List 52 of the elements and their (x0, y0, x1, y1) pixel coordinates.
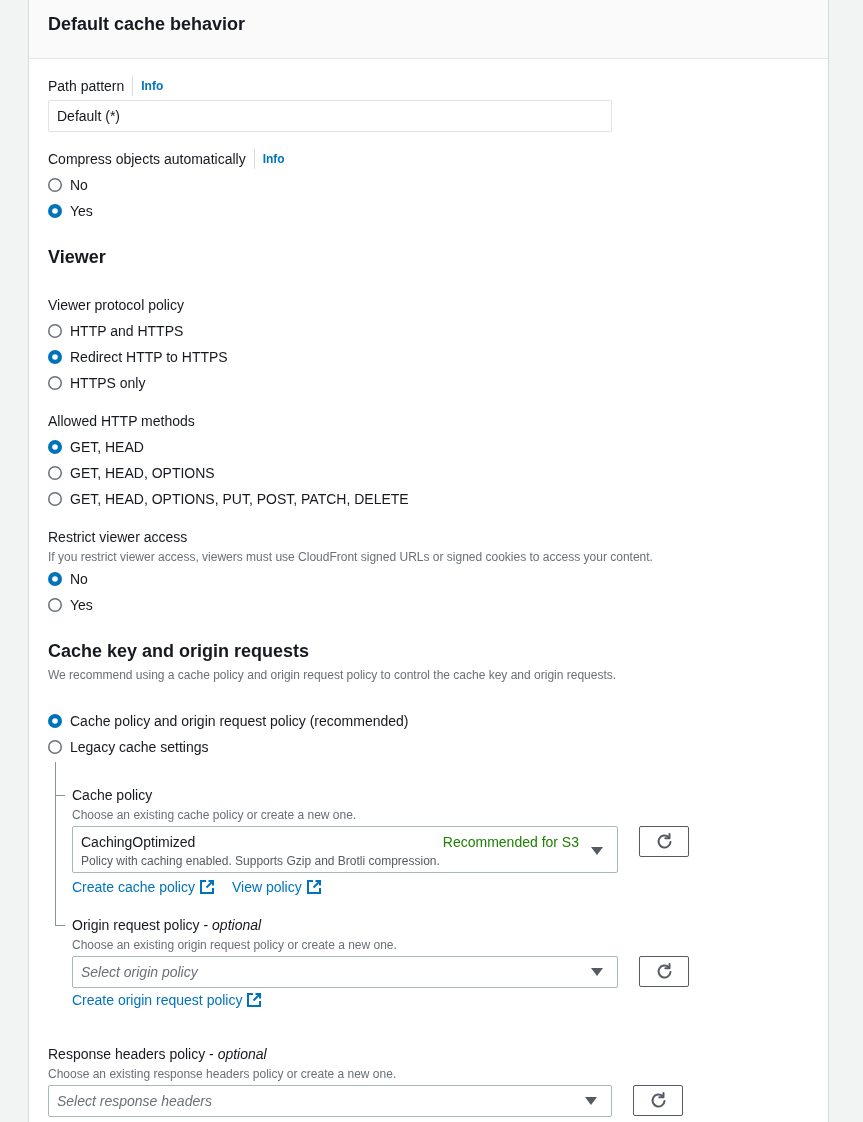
option-description: Policy with caching enabled. Supports Gzip and Brotli compression. (81, 853, 441, 869)
external-link-icon (199, 880, 214, 894)
field-label: Viewer protocol policy (48, 296, 184, 315)
recommendation-tag: Recommended for S3 (442, 832, 579, 852)
select-field[interactable]: Select response headers (48, 1085, 612, 1117)
text-input[interactable]: Default (*) (48, 100, 612, 132)
radio-option[interactable]: HTTPS only (48, 373, 146, 393)
radio-option[interactable]: No (48, 569, 88, 589)
radio-option[interactable]: HTTP and HTTPS (48, 321, 184, 341)
radio-option[interactable]: No (48, 175, 88, 195)
refresh-button[interactable] (639, 826, 689, 857)
external-link[interactable]: Create origin request policy (72, 990, 262, 1010)
refresh-icon (649, 1092, 667, 1109)
radio-option[interactable]: Legacy cache settings (48, 737, 209, 757)
radio-option[interactable]: Cache policy and origin request policy (recommended) (48, 711, 409, 731)
field-description: Choose an existing origin request policy or create a new one. (72, 937, 398, 953)
section-heading: Cache key and origin requests (48, 640, 311, 662)
external-link[interactable]: Create cache policy (72, 877, 214, 897)
field-description: Choose an existing cache policy or create a new one. (72, 807, 358, 823)
radio-option[interactable]: GET, HEAD, OPTIONS (48, 463, 215, 483)
field-label: Origin request policy - optional (72, 916, 262, 935)
info-link[interactable]: Info (141, 76, 164, 96)
caret-down-icon (591, 968, 603, 976)
refresh-button[interactable] (639, 956, 689, 987)
select-field[interactable]: Select origin policy (72, 956, 618, 988)
field-description: If you restrict viewer access, viewers must use CloudFront signed URLs or signed cookies to access your content. (48, 549, 654, 565)
radio-option[interactable]: Yes (48, 595, 93, 615)
field-label: Response headers policy - optional (48, 1045, 267, 1064)
refresh-button[interactable] (633, 1085, 683, 1116)
radio-option[interactable]: Redirect HTTP to HTTPS (48, 347, 228, 367)
info-link[interactable]: Info (262, 149, 285, 169)
policy-select[interactable]: CachingOptimized Recommended for S3 Policy with caching enabled. Supports Gzip and Brotli compression. (72, 826, 618, 873)
selected-option-name: CachingOptimized (81, 833, 196, 852)
panel-title: Default cache behavior (48, 13, 247, 35)
radio-option[interactable]: GET, HEAD, OPTIONS, PUT, POST, PATCH, DELETE (48, 489, 409, 509)
caret-down-icon (585, 1097, 597, 1105)
field-label: Cache policy (72, 786, 153, 805)
radio-option[interactable]: Yes (48, 201, 93, 221)
external-link-icon (306, 880, 321, 894)
section-description: We recommend using a cache policy and origin request policy to control the cache key and origin requests. (48, 667, 618, 683)
radio-option[interactable]: GET, HEAD (48, 437, 144, 457)
refresh-icon (655, 963, 673, 980)
field-label: Path pattern (48, 77, 125, 96)
field-description: Choose an existing response headers policy or create a new one. (48, 1066, 398, 1082)
section-heading: Viewer (48, 246, 107, 268)
field-label: Restrict viewer access (48, 528, 188, 547)
caret-down-icon (591, 846, 603, 855)
external-link[interactable]: View policy (231, 877, 321, 897)
external-link-icon (247, 993, 262, 1007)
refresh-icon (655, 833, 673, 850)
field-label: Allowed HTTP methods (48, 412, 195, 431)
field-label: Compress objects automatically (48, 150, 246, 169)
